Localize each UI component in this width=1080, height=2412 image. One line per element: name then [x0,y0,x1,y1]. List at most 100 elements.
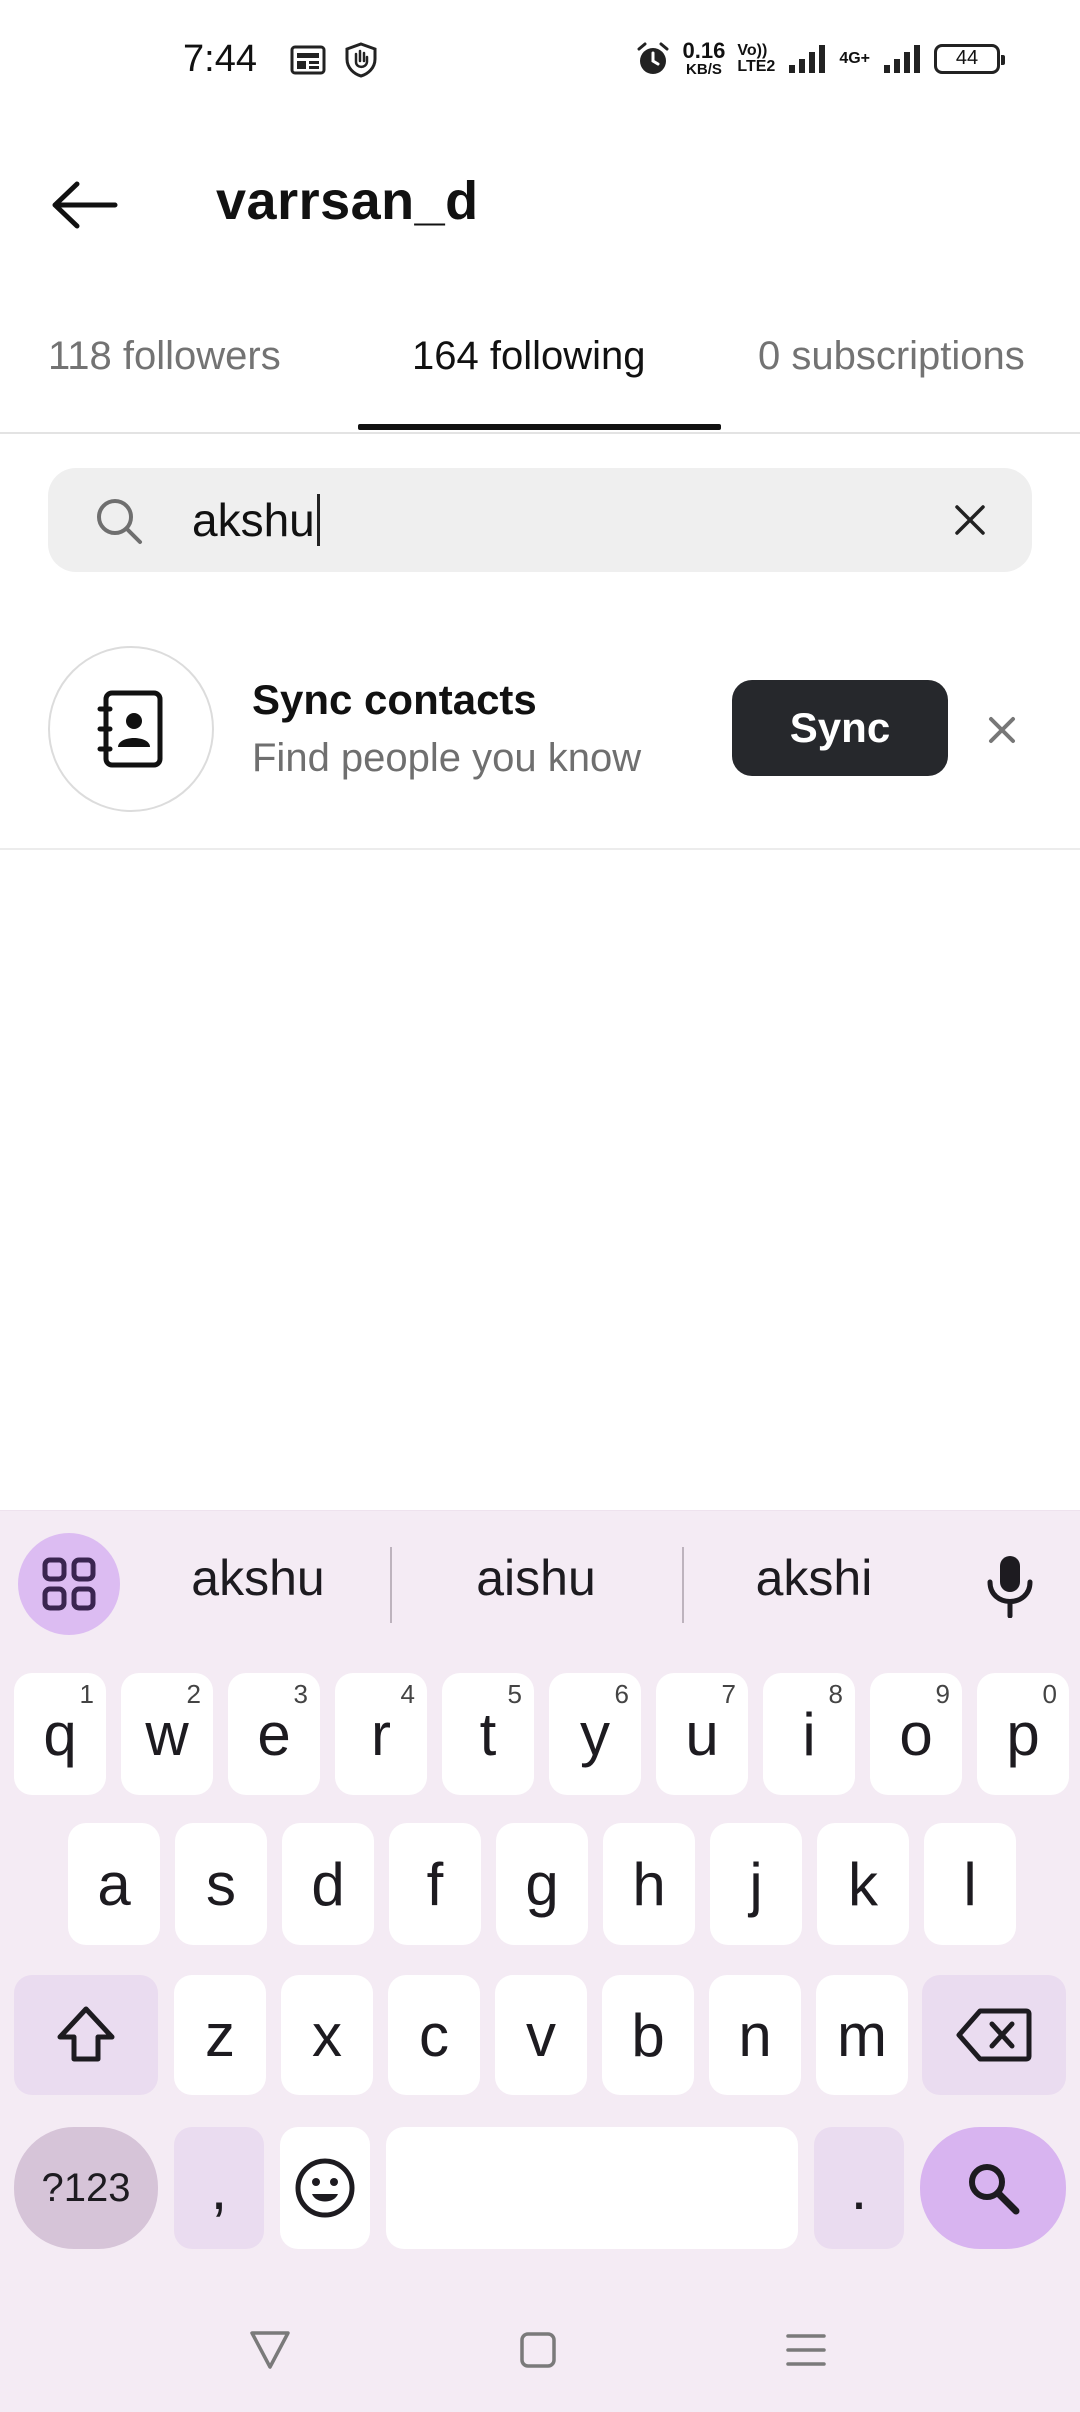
search-bar[interactable]: akshu [48,468,1032,572]
key-number-hint: 8 [828,1679,843,1709]
shift-key[interactable] [14,1975,158,2095]
key-label: d [311,1850,345,1918]
key-label: o [899,1700,933,1768]
soft-keyboard: akshu aishu akshi q1w2e3r4t5y6u7i8o9p0 a… [0,1510,1080,2412]
key-p[interactable]: p0 [977,1673,1069,1795]
close-icon [955,505,985,535]
key-t[interactable]: t5 [442,1673,534,1795]
tab-subscriptions[interactable]: 0 subscriptions [758,334,1025,379]
sync-contacts-title: Sync contacts [252,676,537,723]
key-label: q [43,1700,77,1768]
status-system-icons: 0.16 KB/S Vo)) LTE2 4G+ 44 [635,38,1005,78]
key-i[interactable]: i8 [763,1673,855,1795]
key-u[interactable]: u7 [656,1673,748,1795]
alarm-icon [637,42,669,74]
suggestion-1[interactable]: akshu [128,1549,388,1607]
key-x[interactable]: x [281,1975,373,2095]
text-caret [316,494,320,546]
page-title: varrsan_d [216,171,479,231]
comma-key[interactable]: , [174,2127,264,2249]
key-s[interactable]: s [175,1823,267,1945]
voice-input-button[interactable] [980,1551,1040,1621]
clear-search-button[interactable] [948,498,992,542]
key-l[interactable]: l [924,1823,1016,1945]
key-label: x [312,2001,342,2069]
symbols-key[interactable]: ?123 [14,2127,158,2249]
space-key[interactable] [386,2127,798,2249]
signal-icon [789,44,826,73]
period-key[interactable]: . [814,2127,904,2249]
active-tab-indicator [358,424,721,430]
key-label: t [479,1700,497,1768]
backspace-key[interactable] [922,1975,1066,2095]
key-k[interactable]: k [817,1823,909,1945]
tab-followers[interactable]: 118 followers [48,334,281,379]
key-e[interactable]: e3 [228,1673,320,1795]
key-w[interactable]: w2 [121,1673,213,1795]
dismiss-sync-button[interactable] [980,708,1024,752]
nav-back-button[interactable] [240,2320,300,2380]
emoji-icon [295,2158,355,2218]
key-m[interactable]: m [816,1975,908,2095]
suggestion-3[interactable]: akshi [684,1549,944,1607]
key-d[interactable]: d [282,1823,374,1945]
key-label: b [631,2001,665,2069]
suggestion-2[interactable]: aishu [406,1549,666,1607]
key-label: a [97,1850,131,1918]
status-bar: 7:44 0.16 KB/S Vo)) LTE2 4G+ 44 [0,0,1080,120]
key-j[interactable]: j [710,1823,802,1945]
key-label: s [206,1850,236,1918]
triangle-back-icon [250,2331,290,2369]
key-number-hint: 5 [507,1679,522,1709]
back-button[interactable] [46,172,122,238]
key-f[interactable]: f [389,1823,481,1945]
key-b[interactable]: b [602,1975,694,2095]
key-v[interactable]: v [495,1975,587,2095]
key-number-hint: 7 [721,1679,736,1709]
suggestion-strip: akshu aishu akshi [0,1511,1080,1651]
search-icon [969,2164,1020,2215]
nav-recents-button[interactable] [776,2320,836,2380]
keyboard-search-key[interactable] [920,2127,1066,2249]
key-n[interactable]: n [709,1975,801,2095]
battery-icon: 44 [934,43,1005,74]
key-r[interactable]: r4 [335,1673,427,1795]
key-q[interactable]: q1 [14,1673,106,1795]
key-y[interactable]: y6 [549,1673,641,1795]
key-g[interactable]: g [496,1823,588,1945]
system-nav-bar [0,2290,1080,2412]
key-o[interactable]: o9 [870,1673,962,1795]
key-number-hint: 6 [614,1679,629,1709]
close-icon [989,717,1015,743]
key-label: i [802,1700,816,1768]
tab-following[interactable]: 164 following [412,334,646,379]
sync-button[interactable]: Sync [732,680,948,776]
square-home-icon [520,2332,556,2368]
nav-home-button[interactable] [508,2320,568,2380]
key-label: m [837,2001,887,2069]
sync-contacts-subtitle: Find people you know [252,736,642,780]
profile-header: varrsan_d [0,150,1080,260]
contacts-book-icon [48,646,214,812]
key-label: y [580,1700,610,1768]
key-number-hint: 4 [400,1679,415,1709]
shift-icon [57,2006,115,2062]
search-input[interactable]: akshu [192,492,320,548]
signal-icon-2 [884,44,920,73]
key-h[interactable]: h [603,1823,695,1945]
follow-tabs: 118 followers 164 following 0 subscripti… [0,310,1080,434]
network-speed: 0.16 KB/S [682,38,726,78]
key-label: u [685,1700,719,1768]
keyboard-menu-button[interactable] [18,1533,120,1635]
key-label: h [632,1850,666,1918]
emoji-key[interactable] [280,2127,370,2249]
key-label: w [145,1700,189,1768]
key-label: k [848,1850,878,1918]
key-a[interactable]: a [68,1823,160,1945]
key-number-hint: 3 [293,1679,308,1709]
key-number-hint: 0 [1042,1679,1057,1709]
key-label: f [426,1850,444,1918]
arrow-left-icon [52,181,118,229]
key-c[interactable]: c [388,1975,480,2095]
key-z[interactable]: z [174,1975,266,2095]
